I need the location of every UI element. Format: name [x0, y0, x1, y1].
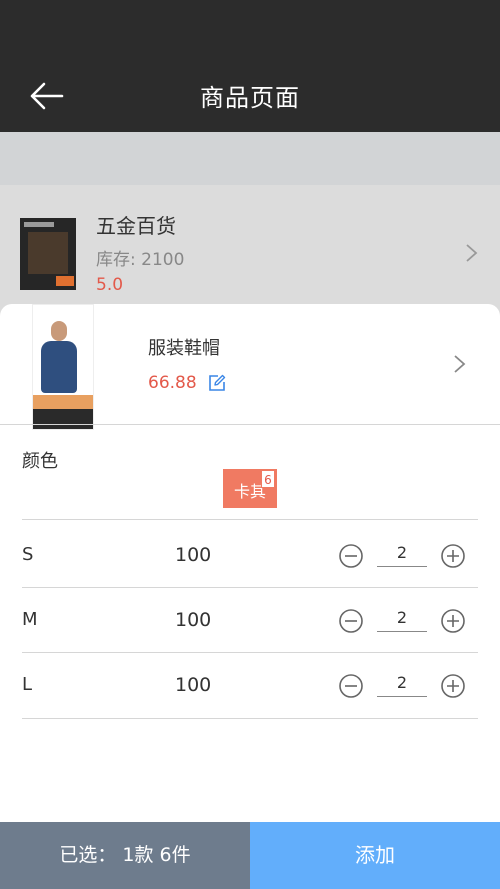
quantity-input[interactable]	[377, 669, 427, 697]
background-item-rating: 5.0	[96, 275, 124, 295]
color-section-label: 颜色	[22, 451, 58, 472]
product-price: 66.88	[148, 373, 197, 393]
size-label: S	[22, 544, 34, 565]
quantity-input[interactable]	[377, 604, 427, 632]
divider	[22, 519, 478, 520]
color-option-count-badge: 6	[261, 470, 275, 488]
minus-circle-icon[interactable]	[339, 544, 363, 568]
background-item-stock: 库存: 2100	[96, 250, 185, 270]
divider	[0, 424, 500, 425]
nav-bar: 商品页面	[0, 0, 500, 132]
size-stock: 100	[175, 609, 212, 631]
quantity-input[interactable]	[377, 539, 427, 567]
selection-summary: 已选： 1款 6件	[0, 822, 250, 889]
plus-circle-icon[interactable]	[441, 609, 465, 633]
product-image	[32, 304, 94, 430]
chevron-right-icon	[466, 244, 478, 262]
edit-price-icon[interactable]	[208, 374, 226, 392]
minus-circle-icon[interactable]	[339, 674, 363, 698]
add-button[interactable]: 添加	[250, 822, 500, 889]
size-row-m: M 100	[0, 587, 500, 653]
size-stock: 100	[175, 674, 212, 696]
size-row-l: L 100	[0, 652, 500, 718]
size-row-s: S 100	[0, 522, 500, 588]
size-label: M	[22, 609, 38, 630]
size-stock: 100	[175, 544, 212, 566]
color-option-chip[interactable]: 卡其 6	[223, 469, 277, 508]
divider	[22, 718, 478, 719]
plus-circle-icon[interactable]	[441, 544, 465, 568]
background-item-thumbnail	[20, 218, 76, 290]
background-item-name: 五金百货	[96, 214, 176, 238]
product-name: 服装鞋帽	[148, 338, 220, 359]
plus-circle-icon[interactable]	[441, 674, 465, 698]
size-label: L	[22, 674, 33, 695]
minus-circle-icon[interactable]	[339, 609, 363, 633]
chevron-right-icon[interactable]	[452, 353, 468, 375]
page-title: 商品页面	[200, 84, 300, 112]
